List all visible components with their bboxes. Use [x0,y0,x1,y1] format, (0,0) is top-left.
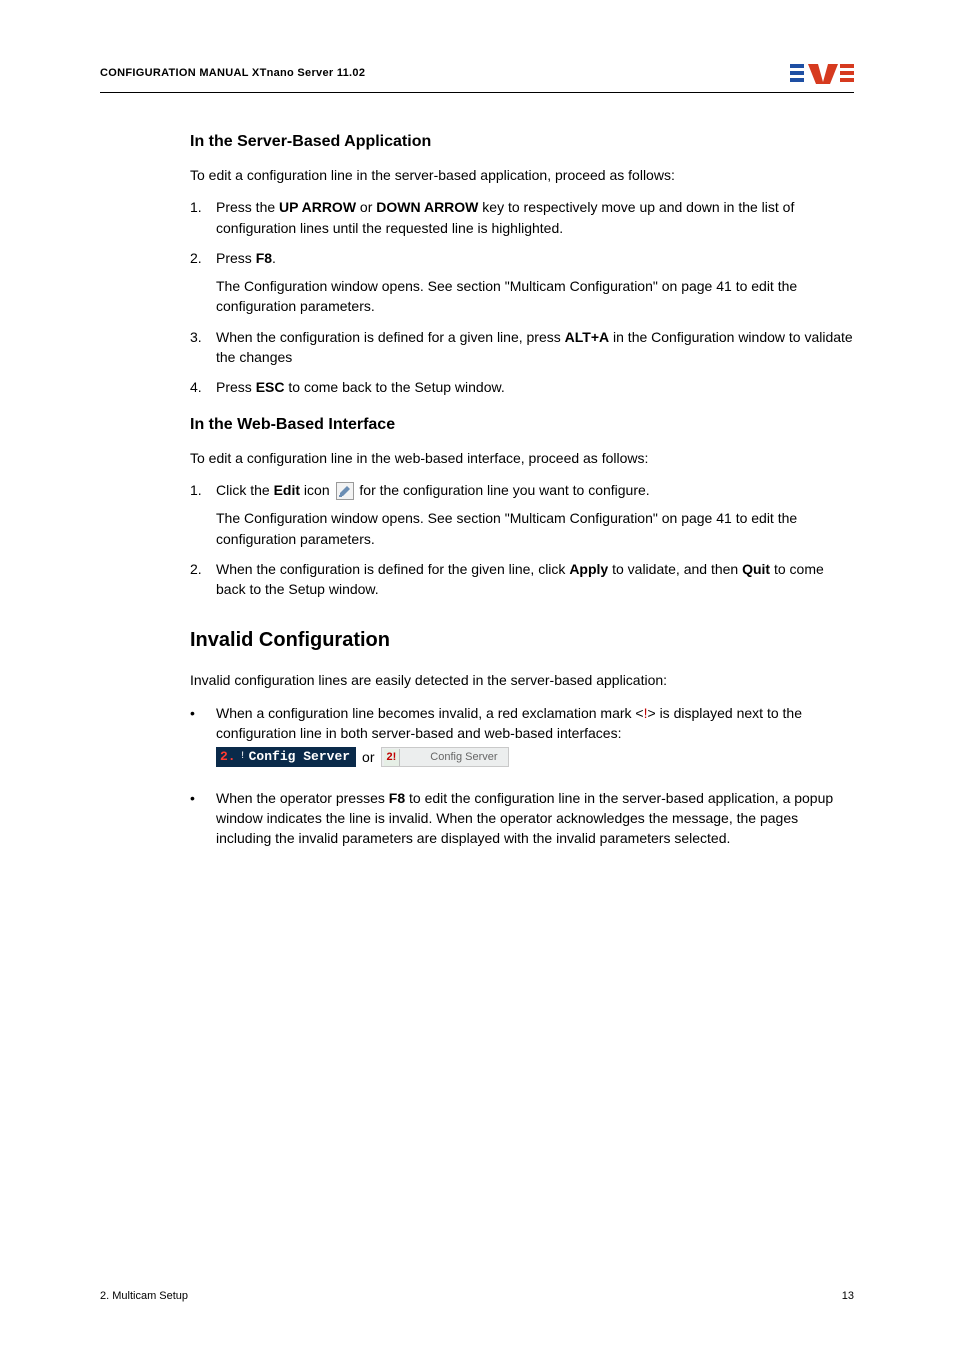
step-number: 1. [190,480,216,549]
footer-section: 2. Multicam Setup [100,1290,188,1302]
step-body: Press the UP ARROW or DOWN ARROW key to … [216,197,854,238]
step-3: 3. When the configuration is defined for… [190,327,854,368]
section-heading-web-interface: In the Web-Based Interface [190,416,854,434]
step-number: 4. [190,377,216,397]
quit-label: Quit [742,561,770,577]
key-alt-a: ALT+A [565,329,609,345]
step-number: 2. [190,248,216,317]
server-badge-marker: ! [240,750,246,765]
web-badge-flag: 2! [384,749,401,767]
step-1: 1. Click the Edit icon for the configura… [190,480,854,549]
page: CONFIGURATION MANUAL XTnano Server 11.02… [0,0,954,1350]
header-title: CONFIGURATION MANUAL XTnano Server 11.02 [100,67,365,79]
step-body: Press F8. The Configuration window opens… [216,248,854,317]
step-number: 3. [190,327,216,368]
server-config-badge: 2. ! Config Server [216,747,356,767]
section-heading-invalid-config: Invalid Configuration [190,629,854,652]
section3-bullets: • When a configuration line becomes inva… [190,703,854,849]
evs-logo [790,60,854,86]
bullet-marker: • [190,703,216,778]
page-footer: 2. Multicam Setup 13 [100,1290,854,1302]
bullet-2: • When the operator presses F8 to edit t… [190,788,854,849]
section3-intro: Invalid configuration lines are easily d… [190,670,854,690]
step-body: Press ESC to come back to the Setup wind… [216,377,854,397]
key-f8: F8 [256,250,272,266]
web-badge-text: Config Server [430,750,497,766]
bullet-marker: • [190,788,216,849]
step-body: Click the Edit icon for the configuratio… [216,480,854,549]
bullet-1: • When a configuration line becomes inva… [190,703,854,778]
step-number: 2. [190,559,216,600]
step-body: When the configuration is defined for a … [216,327,854,368]
apply-label: Apply [569,561,608,577]
bullet-body: When a configuration line becomes invali… [216,703,854,778]
section1-intro: To edit a configuration line in the serv… [190,165,854,185]
page-header: CONFIGURATION MANUAL XTnano Server 11.02 [100,60,854,93]
step-4: 4. Press ESC to come back to the Setup w… [190,377,854,397]
step-1: 1. Press the UP ARROW or DOWN ARROW key … [190,197,854,238]
step-sub: The Configuration window opens. See sect… [216,508,854,549]
section1-steps: 1. Press the UP ARROW or DOWN ARROW key … [190,197,854,397]
web-config-badge: 2! Config Server [381,747,509,767]
section-heading-server-app: In the Server-Based Application [190,133,854,151]
section2-steps: 1. Click the Edit icon for the configura… [190,480,854,599]
step-2: 2. When the configuration is defined for… [190,559,854,600]
step-body: When the configuration is defined for th… [216,559,854,600]
edit-pencil-icon [336,482,354,500]
step-number: 1. [190,197,216,238]
or-label: or [362,747,374,767]
content-area: In the Server-Based Application To edit … [190,133,854,849]
example-badges-row: 2. ! Config Server or 2! Config Server [216,747,854,767]
server-badge-text: Config Server [249,748,350,767]
footer-page-number: 13 [842,1290,854,1302]
section2-intro: To edit a configuration line in the web-… [190,448,854,468]
server-badge-index: 2. [220,748,236,767]
edit-label: Edit [274,482,300,498]
key-esc: ESC [256,379,285,395]
step-2: 2. Press F8. The Configuration window op… [190,248,854,317]
key-f8: F8 [389,790,405,806]
step-sub: The Configuration window opens. See sect… [216,276,854,317]
bullet-body: When the operator presses F8 to edit the… [216,788,854,849]
key-down-arrow: DOWN ARROW [376,199,478,215]
key-up-arrow: UP ARROW [279,199,356,215]
